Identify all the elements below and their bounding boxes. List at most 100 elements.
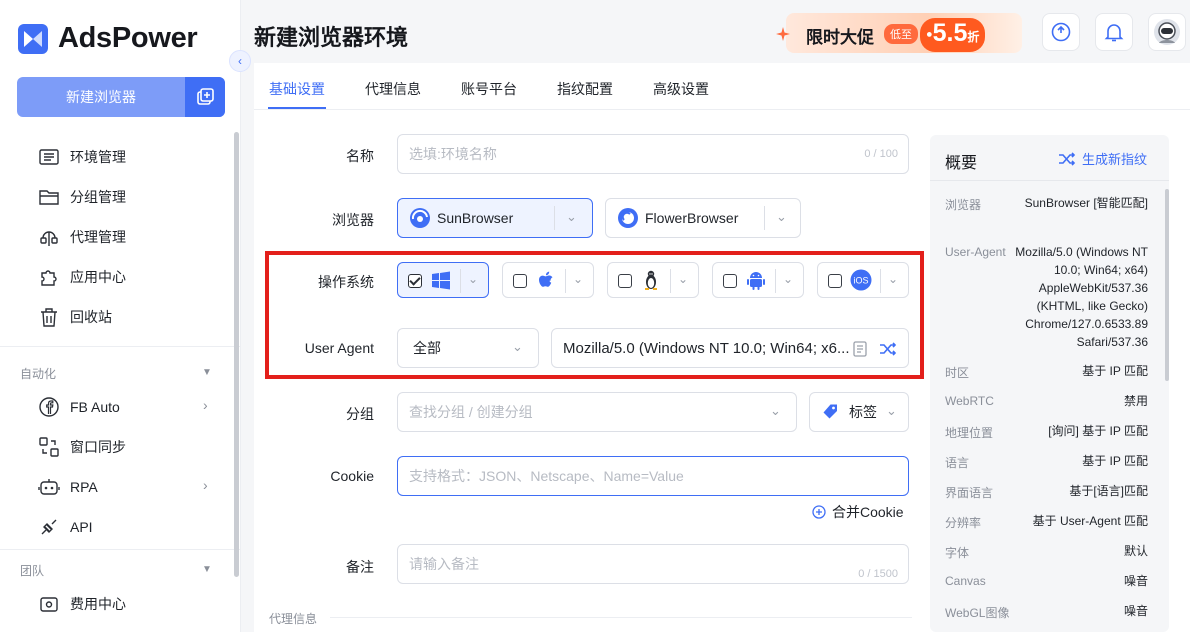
cookie-label: Cookie <box>330 468 374 484</box>
overview-scrollbar[interactable] <box>1165 189 1169 381</box>
batch-add-icon[interactable] <box>185 77 225 117</box>
sidebar-item-billing[interactable]: 费用中心 <box>38 593 126 615</box>
sidebar-item-trash[interactable]: 回收站 <box>38 306 112 328</box>
sunbrowser-option[interactable]: SunBrowser ⌄ <box>397 198 593 238</box>
overview-value: 基于[语言]匹配 <box>1069 484 1148 498</box>
overview-key: 时区 <box>945 366 970 380</box>
name-placeholder: 选填:环境名称 <box>409 146 497 162</box>
overview-panel: 概要 生成新指纹 浏览器 SunBrowser [智能匹配] User-Agen… <box>930 135 1169 632</box>
remark-label: 备注 <box>346 559 374 575</box>
group-placeholder: 查找分组 / 创建分组 <box>409 404 533 420</box>
new-browser-button[interactable]: 新建浏览器 <box>17 77 225 117</box>
browser-label: 浏览器 <box>332 212 374 228</box>
chevron-left-icon: ‹ <box>238 54 242 68</box>
sidebar-item-label: 费用中心 <box>70 596 126 612</box>
sidebar-item-window-sync[interactable]: 窗口同步 <box>38 436 126 458</box>
sidebar-item-groups[interactable]: 分组管理 <box>38 186 126 208</box>
sidebar-divider <box>0 346 241 347</box>
overview-value: 噪音 <box>1123 574 1148 588</box>
sidebar-item-label: 窗口同步 <box>70 439 126 455</box>
highlight-box <box>265 251 924 379</box>
promo-tag: 低至 <box>884 24 918 44</box>
overview-key: 语言 <box>945 456 970 470</box>
sidebar-item-label: 环境管理 <box>70 149 126 165</box>
astronaut-avatar-icon <box>1154 19 1180 45</box>
sidebar-item-api[interactable]: API <box>38 516 93 538</box>
sync-windows-icon <box>39 437 59 457</box>
overview-key: 字体 <box>945 546 970 560</box>
overview-value: 基于 IP 匹配 <box>1082 364 1148 378</box>
notifications-button[interactable] <box>1095 13 1133 51</box>
sidebar-scrollbar[interactable] <box>234 132 239 577</box>
merge-cookie-button[interactable]: 合并Cookie <box>812 502 904 522</box>
caret-down-icon[interactable]: ▼ <box>202 564 212 575</box>
tab-account-platform[interactable]: 账号平台 <box>461 79 517 99</box>
sunbrowser-label: SunBrowser <box>437 210 514 226</box>
divider <box>764 206 765 230</box>
flowerbrowser-icon <box>618 208 638 228</box>
proxy-icon <box>40 231 58 246</box>
sidebar-divider <box>0 549 241 550</box>
sidebar-item-apps[interactable]: 应用中心 <box>38 266 126 288</box>
sidebar-item-rpa[interactable]: RPA <box>38 476 98 498</box>
remark-textarea[interactable]: 请输入备注 0 / 1500 <box>397 544 909 584</box>
sidebar: AdsPower 新建浏览器 环境管理 分组管理 代理管理 应用中心 回收站 自… <box>0 0 241 632</box>
adspower-logo-icon <box>18 23 48 54</box>
sidebar-item-proxies[interactable]: 代理管理 <box>38 226 126 248</box>
overview-key: WebRTC <box>945 394 994 408</box>
chevron-down-icon[interactable]: ⌄ <box>566 209 577 225</box>
overview-key: 浏览器 <box>945 198 982 212</box>
team-section-label: 团队 <box>20 564 45 578</box>
refresh-icon <box>1051 22 1071 42</box>
shuffle-icon <box>1059 151 1076 166</box>
overview-value: 禁用 <box>1123 394 1148 408</box>
promo-discount: ●5.5折 <box>920 18 986 52</box>
merge-cookie-label: 合并Cookie <box>832 504 904 520</box>
avatar[interactable] <box>1148 13 1186 51</box>
overview-key: 分辨率 <box>945 516 982 530</box>
tab-proxy-info[interactable]: 代理信息 <box>365 79 421 99</box>
new-browser-label[interactable]: 新建浏览器 <box>17 77 185 117</box>
section-divider <box>330 617 912 618</box>
overview-key: 地理位置 <box>945 426 994 440</box>
chevron-down-icon: ⌄ <box>886 403 897 418</box>
proxy-section-heading: 代理信息 <box>269 612 318 626</box>
overview-value: 基于 User-Agent 匹配 <box>1032 514 1148 528</box>
cookie-input[interactable]: 支持格式：JSON、Netscape、Name=Value <box>397 456 909 496</box>
caret-down-icon[interactable]: ▼ <box>202 367 212 378</box>
flowerbrowser-label: FlowerBrowser <box>645 210 739 226</box>
chevron-down-icon[interactable]: ⌄ <box>776 209 787 225</box>
robot-icon <box>38 479 60 495</box>
page-title: 新建浏览器环境 <box>254 25 409 50</box>
collapse-sidebar-button[interactable]: ‹ <box>229 50 251 72</box>
overview-value: 噪音 <box>1123 604 1148 618</box>
generate-fingerprint-label: 生成新指纹 <box>1082 152 1148 167</box>
sidebar-item-label: 分组管理 <box>70 189 126 205</box>
flowerbrowser-option[interactable]: FlowerBrowser ⌄ <box>605 198 801 238</box>
tag-select[interactable]: 标签 ⌄ <box>809 392 909 432</box>
group-select[interactable]: 查找分组 / 创建分组 ⌄ <box>397 392 797 432</box>
folder-icon <box>39 190 59 205</box>
tab-advanced-settings[interactable]: 高级设置 <box>653 79 709 99</box>
bell-icon <box>1104 24 1124 42</box>
overview-value: 默认 <box>1123 544 1148 558</box>
sidebar-item-fb-auto[interactable]: FB Auto <box>38 396 120 418</box>
tab-bar: 基础设置 代理信息 账号平台 指纹配置 高级设置 <box>254 63 1190 110</box>
promo-unit: 折 <box>967 30 980 44</box>
tab-basic-settings[interactable]: 基础设置 <box>269 79 325 99</box>
app-logo[interactable]: AdsPower <box>18 22 198 55</box>
sunbrowser-icon <box>410 208 430 228</box>
sync-button[interactable] <box>1042 13 1080 51</box>
automation-section-label: 自动化 <box>20 367 57 381</box>
name-counter: 0 / 100 <box>864 148 898 160</box>
name-input[interactable]: 选填:环境名称 0 / 100 <box>397 134 909 174</box>
billing-icon <box>40 597 58 612</box>
sidebar-item-label: FB Auto <box>70 399 120 415</box>
generate-fingerprint-button[interactable]: 生成新指纹 <box>1058 149 1147 168</box>
sidebar-item-label: 代理管理 <box>70 229 126 245</box>
tab-fingerprint[interactable]: 指纹配置 <box>557 79 613 99</box>
overview-key: User-Agent <box>945 245 1006 259</box>
sidebar-item-profiles[interactable]: 环境管理 <box>38 146 126 168</box>
promo-banner[interactable]: 限时大促 低至 ●5.5折 <box>776 13 1022 53</box>
tag-icon <box>823 404 837 419</box>
